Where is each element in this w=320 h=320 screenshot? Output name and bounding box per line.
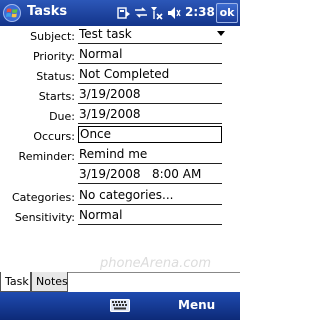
status-label: Status: <box>36 70 75 83</box>
watermark: phoneArena.com <box>100 256 212 271</box>
keyboard-icon[interactable] <box>110 299 130 312</box>
tab-strip: Task Notes <box>0 272 240 292</box>
tab-task[interactable]: Task <box>0 272 31 292</box>
ok-button[interactable]: ok <box>216 3 238 23</box>
categories-field[interactable]: No categories... <box>78 186 222 205</box>
due-field[interactable]: 3/19/2008 <box>78 105 222 124</box>
priority-label: Priority: <box>32 50 75 63</box>
signal-icon[interactable] <box>150 5 164 21</box>
sensitivity-field[interactable]: Normal <box>78 206 222 225</box>
volume-icon[interactable] <box>167 5 181 21</box>
starts-field[interactable]: 3/19/2008 <box>78 85 222 104</box>
tab-notes[interactable]: Notes <box>31 272 68 292</box>
reminder-datetime-field[interactable]: 3/19/2008 8:00 AM <box>78 165 222 184</box>
task-form: Subject: Test task Priority: Normal Stat… <box>0 26 240 272</box>
occurs-field[interactable]: Once <box>78 126 222 143</box>
window-title: Tasks <box>27 4 68 19</box>
menu-bar: Menu <box>0 292 240 320</box>
reminder-label: Reminder: <box>18 150 75 163</box>
sensitivity-label: Sensitivity: <box>14 211 75 224</box>
due-label: Due: <box>49 110 75 123</box>
connectivity-icon[interactable] <box>134 5 148 21</box>
status-field[interactable]: Not Completed <box>78 65 222 84</box>
windows-start-icon[interactable] <box>3 4 21 22</box>
title-bar: Tasks 2:38 ok <box>0 0 240 26</box>
subject-field[interactable]: Test task <box>78 25 222 44</box>
clock[interactable]: 2:38 <box>185 5 215 19</box>
sync-icon[interactable] <box>117 5 131 21</box>
menu-button[interactable]: Menu <box>178 298 215 312</box>
reminder-field[interactable]: Remind me <box>78 145 222 164</box>
starts-label: Starts: <box>38 90 75 103</box>
subject-label: Subject: <box>30 30 75 43</box>
subject-dropdown-arrow-icon[interactable] <box>217 31 225 36</box>
categories-label: Categories: <box>12 191 75 204</box>
occurs-label: Occurs: <box>33 130 75 143</box>
priority-field[interactable]: Normal <box>78 45 222 64</box>
